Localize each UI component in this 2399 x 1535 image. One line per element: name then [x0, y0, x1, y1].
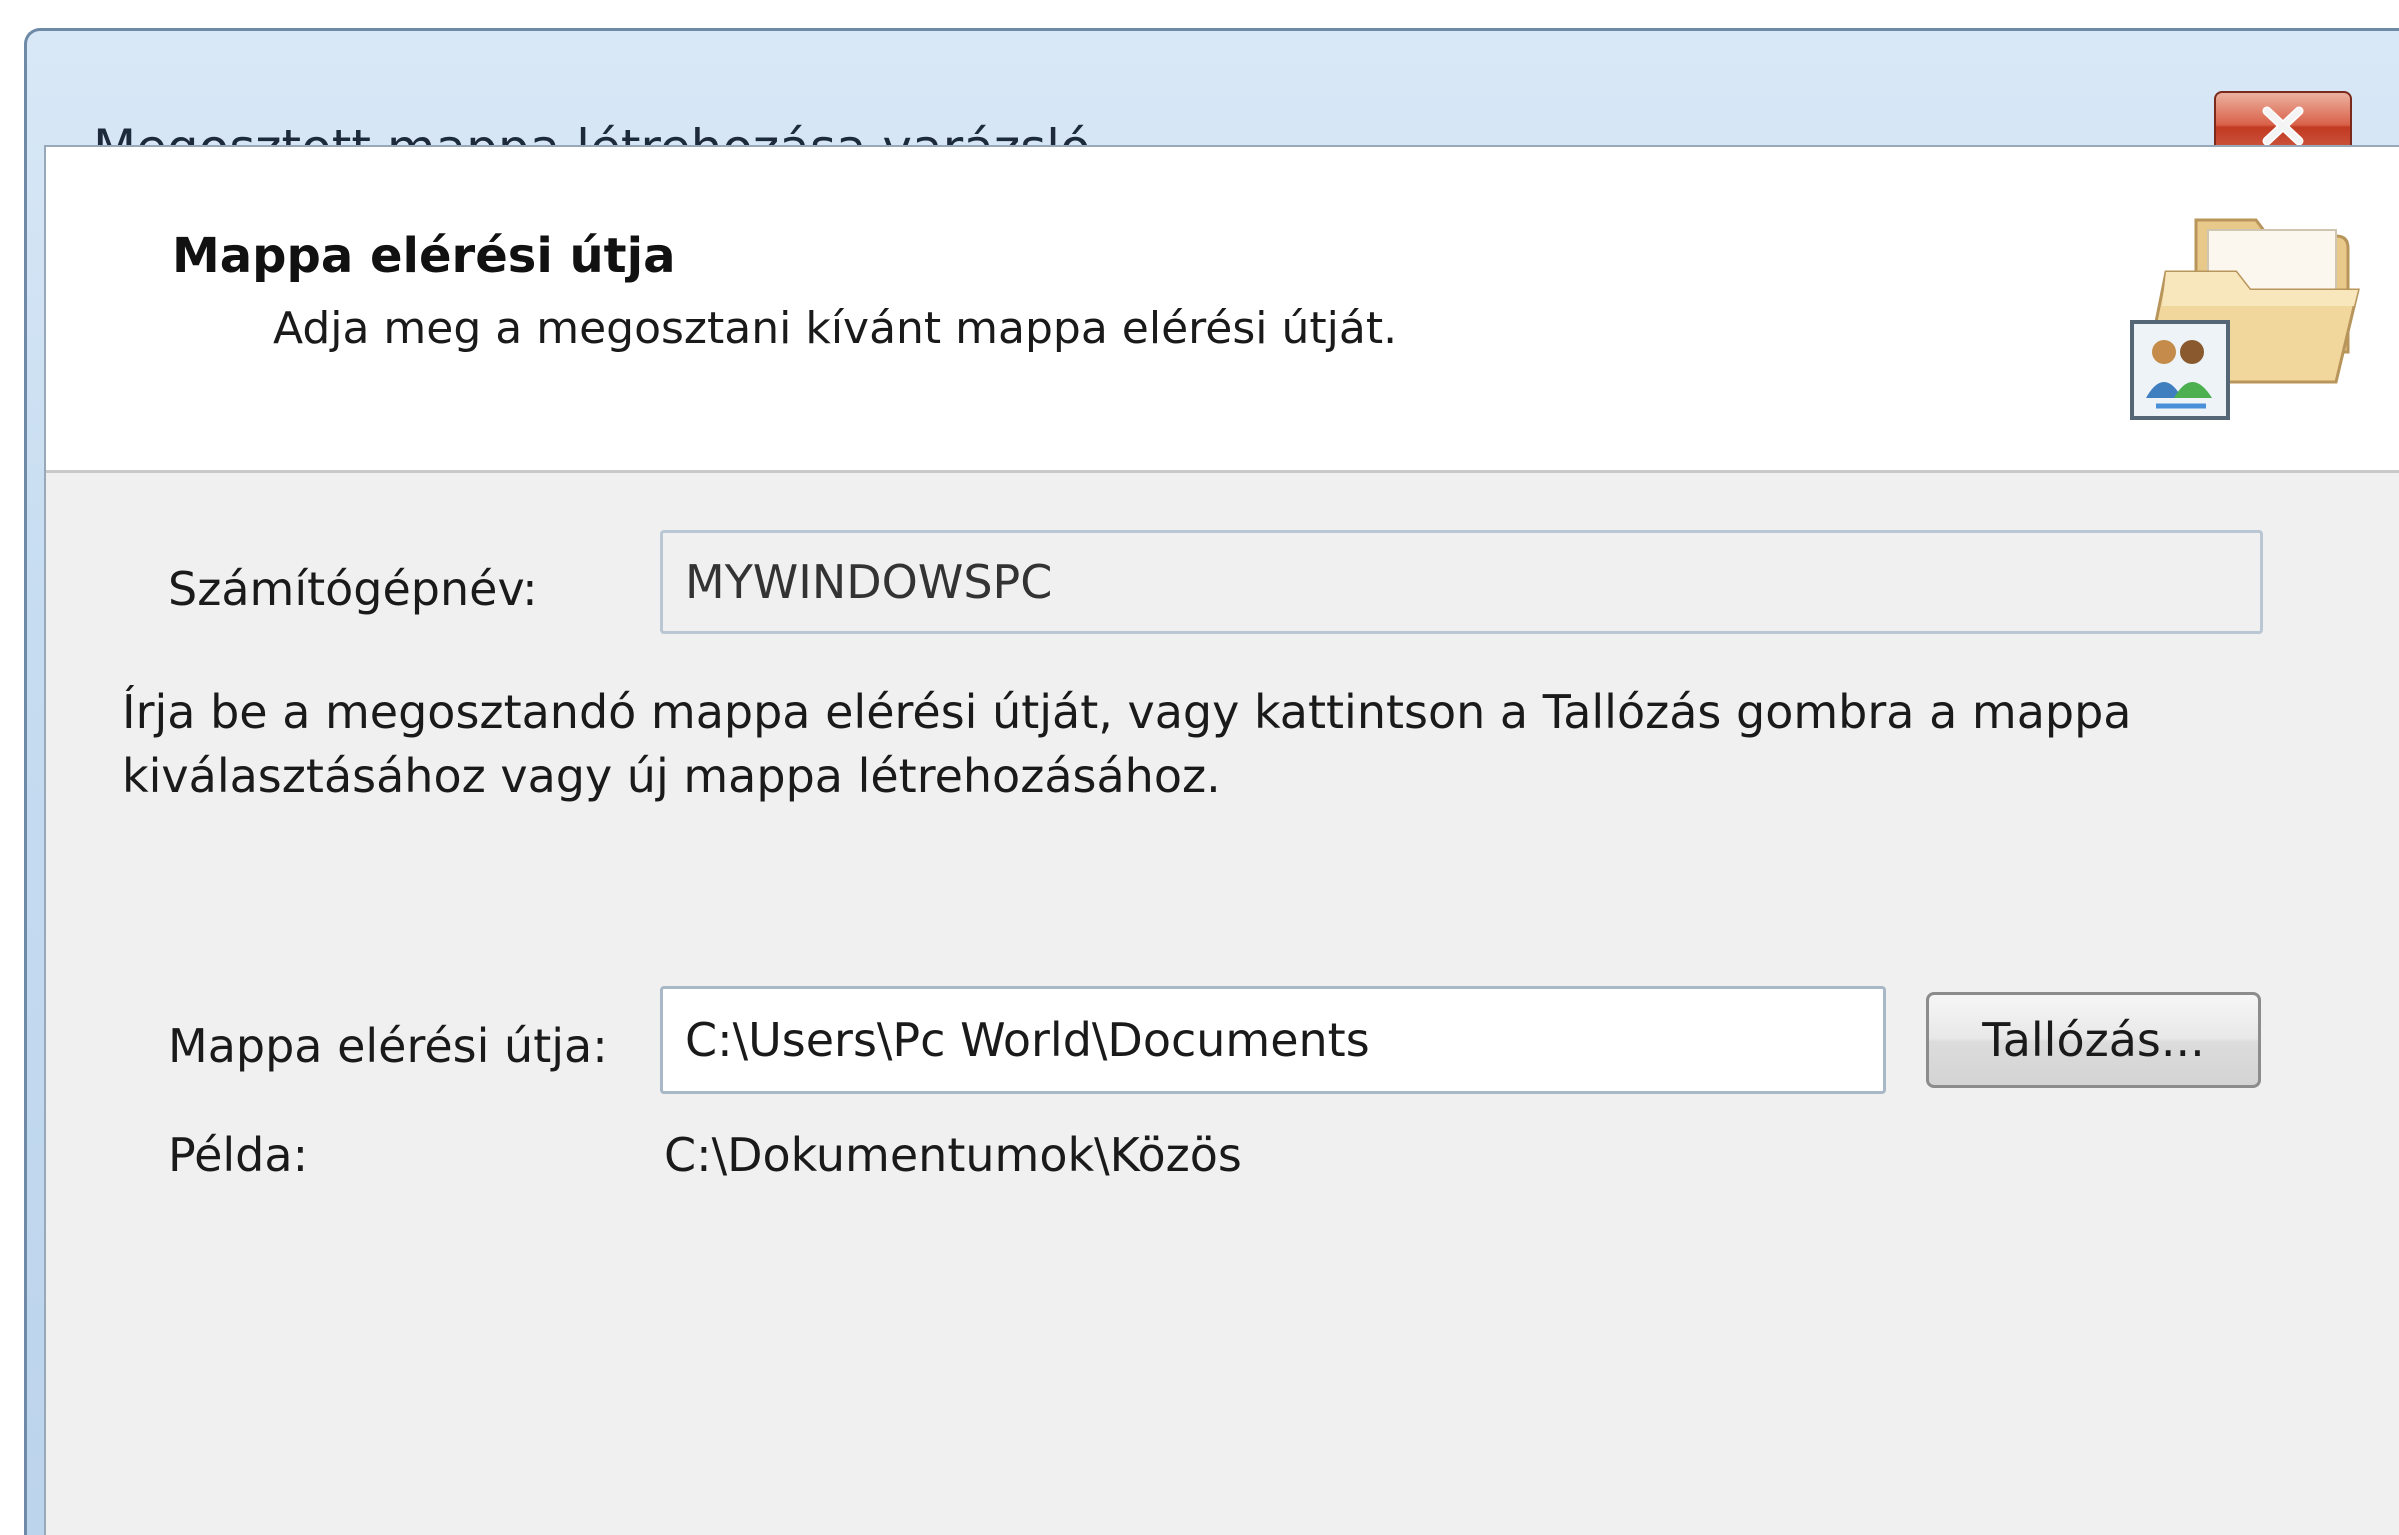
close-icon — [2262, 106, 2304, 146]
instruction-text: Írja be a megosztandó mappa elérési útjá… — [122, 685, 2132, 803]
example-label: Példa: — [168, 1128, 309, 1182]
page-title: Mappa elérési útja — [172, 228, 676, 284]
browse-button[interactable]: Tallózás... — [1926, 992, 2261, 1088]
page-subtitle: Adja meg a megosztani kívánt mappa eléré… — [273, 303, 1398, 354]
folder-path-input[interactable] — [660, 986, 1886, 1094]
computer-name-label: Számítógépnév: — [168, 562, 538, 616]
shared-folder-icon — [2130, 218, 2360, 420]
wizard-client-area: Mappa elérési útja Adja meg a megosztani… — [44, 145, 2399, 1535]
example-value: C:\Dokumentumok\Közös — [664, 1128, 1242, 1182]
wizard-header: Mappa elérési útja Adja meg a megosztani… — [46, 147, 2399, 473]
computer-name-field[interactable] — [660, 530, 2263, 634]
folder-path-label: Mappa elérési útja: — [168, 1019, 608, 1073]
